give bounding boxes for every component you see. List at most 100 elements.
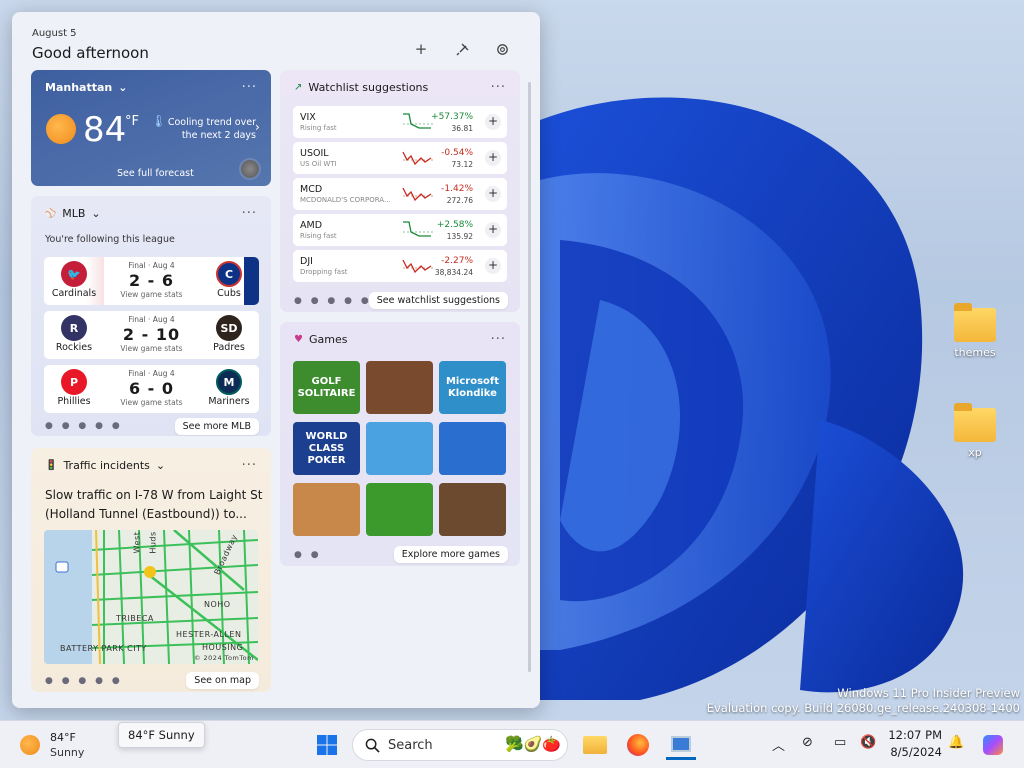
firefox-icon[interactable]	[623, 730, 653, 760]
see-watchlist-suggestions-button[interactable]: See watchlist suggestions	[368, 292, 508, 309]
stock-symbol: AMD	[300, 220, 323, 231]
team-name: Mariners	[208, 396, 250, 407]
watchlist-row[interactable]: MCD MCDONALD'S CORPORA... -1.42% 272.76 +	[293, 178, 507, 210]
weather-temperature: 84	[83, 110, 127, 150]
weather-tooltip: 84°F Sunny	[118, 722, 205, 748]
stock-symbol: USOIL	[300, 148, 329, 159]
view-game-stats-link[interactable]: View game stats	[104, 398, 199, 407]
desktop-icon-xp[interactable]: xp	[945, 403, 1005, 459]
watchlist-row[interactable]: VIX Rising fast +57.37% 36.81 +	[293, 106, 507, 138]
start-button[interactable]	[312, 730, 342, 760]
view-game-stats-link[interactable]: View game stats	[104, 290, 199, 299]
mlb-card[interactable]: ⚾ MLB ⌄ ··· You're following this league…	[31, 196, 271, 436]
stock-name: Rising fast	[300, 124, 337, 132]
traffic-headline[interactable]: Slow traffic on I-78 W from Laight St (H…	[45, 486, 265, 524]
game-tile[interactable]	[366, 361, 433, 414]
mlb-subtitle: You're following this league	[45, 234, 175, 245]
pager-dots[interactable]: ● ● ● ● ●	[45, 421, 123, 431]
traffic-title-dropdown[interactable]: 🚦 Traffic incidents ⌄	[45, 459, 165, 472]
game-tile[interactable]: WORLD CLASS POKER	[293, 422, 360, 475]
network-icon[interactable]: ⊘	[802, 735, 813, 750]
search-placeholder: Search	[388, 738, 433, 753]
stock-price: 36.81	[451, 124, 473, 133]
desktop-icon-label: themes	[954, 346, 996, 359]
team-name: Rockies	[55, 342, 93, 353]
sun-icon	[46, 114, 76, 144]
stock-change: -2.27%	[441, 256, 473, 266]
game-summary: Final · Aug 4 2 - 6 View game stats	[104, 257, 199, 299]
game-row[interactable]: R Rockies Final · Aug 4 2 - 10 View game…	[44, 311, 259, 359]
volume-muted-icon[interactable]: 🔇	[860, 735, 876, 750]
map-label: Huds	[148, 531, 158, 554]
game-score: 2 - 6	[128, 271, 175, 290]
game-tile[interactable]: GOLF SOLITAIRE	[293, 361, 360, 414]
mlb-title-dropdown[interactable]: ⚾ MLB ⌄	[45, 207, 101, 220]
see-more-mlb-button[interactable]: See more MLB	[174, 418, 259, 435]
more-options-icon[interactable]: ···	[242, 458, 257, 473]
pager-dots[interactable]: ● ● ● ● ●	[45, 676, 123, 686]
folder-icon	[954, 303, 996, 342]
game-status: Final · Aug 4	[128, 369, 175, 378]
add-to-watchlist-icon[interactable]: +	[485, 222, 501, 238]
game-tile[interactable]	[366, 422, 433, 475]
plus-icon[interactable]: +	[410, 38, 432, 60]
traffic-card[interactable]: 🚦 Traffic incidents ⌄ ··· Slow traffic o…	[31, 448, 271, 692]
display-icon[interactable]: ▭	[834, 735, 846, 750]
desktop-icon-themes[interactable]: themes	[945, 303, 1005, 359]
stock-price: 135.92	[446, 232, 473, 241]
more-options-icon[interactable]: ···	[491, 332, 506, 347]
game-tile[interactable]	[439, 483, 506, 536]
weather-card[interactable]: Manhattan ⌄ ··· 84 °F 🌡 Cooling trend ov…	[31, 70, 271, 186]
gear-icon[interactable]	[491, 38, 513, 60]
padres-logo-icon: SD	[216, 315, 242, 341]
traffic-map[interactable]: NOHO TRIBECA HESTER-ALLEN HOUSING BATTER…	[44, 530, 258, 664]
taskbar-weather[interactable]: 84°F Sunny	[20, 731, 120, 761]
show-hidden-icons-chevron-icon[interactable]: ︿	[772, 735, 785, 754]
view-game-stats-link[interactable]: View game stats	[104, 344, 199, 353]
game-row[interactable]: 🐦 Cardinals Final · Aug 4 2 - 6 View gam…	[44, 257, 259, 305]
game-tile[interactable]: Microsoft Klondike	[439, 361, 506, 414]
watermark-line-2: Evaluation copy. Build 26080.ge_release.…	[706, 701, 1020, 715]
file-explorer-icon[interactable]	[580, 730, 610, 760]
stock-name: Dropping fast	[300, 268, 348, 276]
game-score: 2 - 10	[122, 325, 181, 344]
more-options-icon[interactable]: ···	[242, 206, 257, 221]
weather-trend: Cooling trend over the next 2 days	[167, 117, 256, 141]
game-summary: Final · Aug 4 2 - 10 View game stats	[104, 311, 199, 353]
weather-location-dropdown[interactable]: Manhattan ⌄	[45, 81, 127, 94]
game-tile[interactable]	[293, 483, 360, 536]
watchlist-card[interactable]: ↗ Watchlist suggestions ··· VIX Rising fa…	[280, 70, 520, 312]
watchlist-row[interactable]: AMD Rising fast +2.58% 135.92 +	[293, 214, 507, 246]
team-home: M Mariners	[199, 365, 259, 413]
copilot-icon[interactable]	[978, 730, 1008, 760]
add-to-watchlist-icon[interactable]: +	[485, 150, 501, 166]
more-options-icon[interactable]: ···	[242, 80, 257, 95]
pager-dots[interactable]: ● ● ● ● ●	[294, 296, 372, 306]
watchlist-title: ↗ Watchlist suggestions	[294, 81, 428, 94]
add-to-watchlist-icon[interactable]: +	[485, 186, 501, 202]
desktop-icon-label: xp	[968, 446, 982, 459]
game-tile[interactable]	[366, 483, 433, 536]
chevron-right-icon[interactable]: ›	[255, 120, 260, 134]
add-to-watchlist-icon[interactable]: +	[485, 114, 501, 130]
watchlist-row[interactable]: DJI Dropping fast -2.27% 38,834.24 +	[293, 250, 507, 282]
taskbar-clock[interactable]: 12:07 PM 8/5/2024	[884, 727, 942, 761]
more-options-icon[interactable]: ···	[491, 80, 506, 95]
taskbar-search[interactable]: Search 🥦🥑🍅	[352, 729, 568, 761]
add-to-watchlist-icon[interactable]: +	[485, 258, 501, 274]
board-scrollbar[interactable]	[528, 82, 531, 672]
game-tile[interactable]	[439, 422, 506, 475]
game-row[interactable]: P Phillies Final · Aug 4 6 - 0 View game…	[44, 365, 259, 413]
pin-icon[interactable]	[452, 38, 474, 60]
moon-icon	[239, 158, 261, 180]
games-card[interactable]: ♥ Games ··· GOLF SOLITAIRE Microsoft Klon…	[280, 322, 520, 566]
control-panel-icon[interactable]	[666, 730, 696, 760]
see-full-forecast-link[interactable]: See full forecast	[117, 168, 194, 179]
see-on-map-button[interactable]: See on map	[186, 672, 259, 689]
pager-dots[interactable]: ● ●	[294, 550, 322, 560]
explore-more-games-button[interactable]: Explore more games	[393, 546, 508, 563]
map-label: HESTER-ALLEN	[176, 630, 242, 639]
notification-bell-icon[interactable]: 🔔	[948, 735, 964, 750]
cardinals-logo-icon: 🐦	[61, 261, 87, 287]
watchlist-row[interactable]: USOIL US Oil WTI -0.54% 73.12 +	[293, 142, 507, 174]
